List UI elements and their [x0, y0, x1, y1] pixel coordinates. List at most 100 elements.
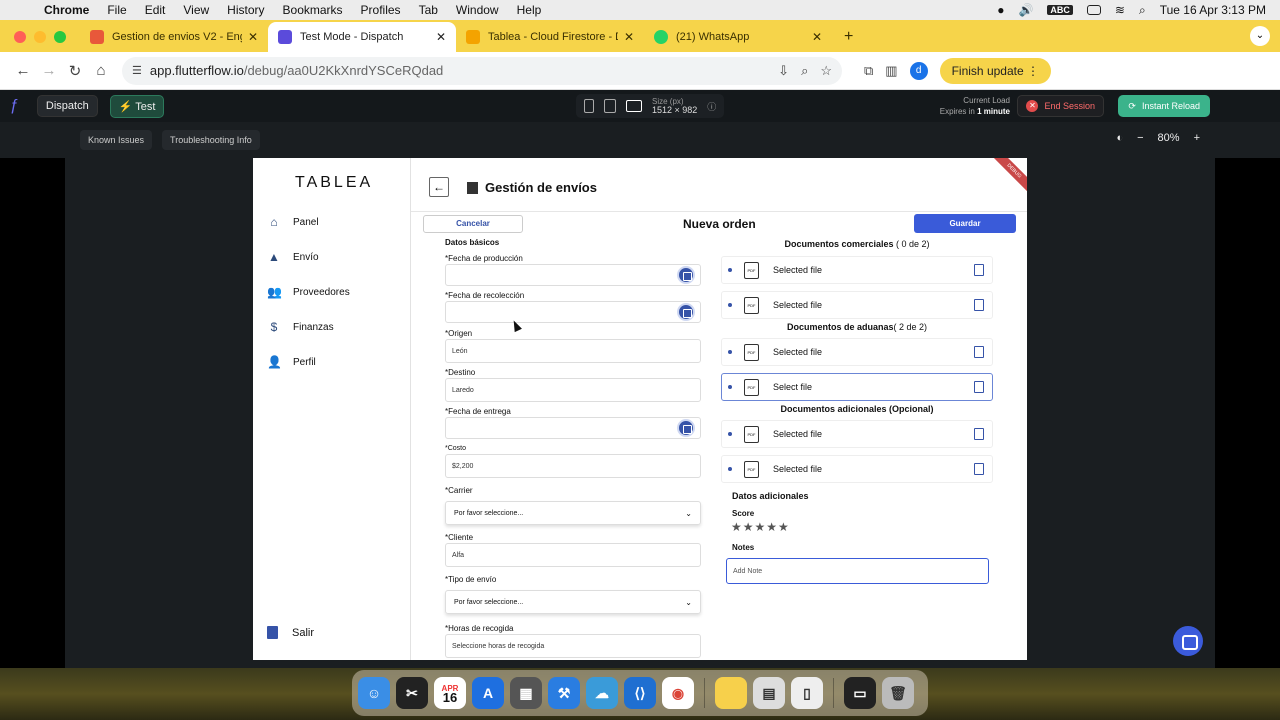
calendar-icon[interactable]: [677, 419, 695, 437]
shipping-type-dropdown[interactable]: Por favor seleccione... ⌄: [445, 590, 701, 614]
tab-gestion-envios[interactable]: Gestion de envios V2 - English ✕: [80, 22, 268, 52]
new-tab-button[interactable]: +: [844, 28, 853, 46]
input-source-indicator[interactable]: ABC: [1047, 5, 1073, 15]
close-tab-icon[interactable]: ✕: [624, 30, 634, 44]
documents-icon[interactable]: ▯: [791, 677, 823, 709]
document-row[interactable]: PDF Selected file: [721, 338, 993, 366]
battery-icon[interactable]: [1086, 5, 1101, 15]
calendar-icon[interactable]: [677, 303, 695, 321]
forward-arrow-icon[interactable]: →: [36, 62, 62, 79]
upload-file-icon[interactable]: [974, 264, 984, 276]
end-session-button[interactable]: ✕ End Session: [1017, 95, 1104, 117]
reload-icon[interactable]: ↻: [62, 62, 88, 80]
spotlight-icon[interactable]: ⌕: [1139, 3, 1146, 18]
client-field[interactable]: Alfa: [445, 543, 701, 567]
cost-field[interactable]: $2,200: [445, 454, 701, 478]
vscode-icon[interactable]: ⟨⟩: [624, 677, 656, 709]
address-bar[interactable]: ☰ app.flutterflow.io/debug/aa0U2KkXnrdYS…: [122, 56, 842, 85]
xcode-icon[interactable]: ⚒: [548, 677, 580, 709]
logout-button[interactable]: Salir: [267, 626, 314, 639]
upload-file-icon[interactable]: [974, 428, 984, 440]
trash-icon[interactable]: 🗑: [882, 677, 914, 709]
known-issues-button[interactable]: Known Issues: [80, 130, 153, 150]
menu-help[interactable]: Help: [517, 3, 542, 17]
tab-whatsapp[interactable]: (21) WhatsApp ✕: [644, 22, 832, 52]
test-mode-chip[interactable]: ⚡ Test: [109, 94, 165, 118]
star-rating[interactable]: ★★★★★: [731, 520, 790, 534]
sidebar-item-finanzas[interactable]: $ Finanzas: [267, 320, 334, 334]
upload-file-icon[interactable]: [974, 463, 984, 475]
zoom-out-icon[interactable]: −: [1137, 132, 1143, 144]
upload-file-icon[interactable]: [974, 381, 984, 393]
back-arrow-icon[interactable]: ←: [10, 62, 36, 79]
menu-edit[interactable]: Edit: [145, 3, 166, 17]
close-tab-icon[interactable]: ✕: [812, 30, 822, 44]
menu-history[interactable]: History: [227, 3, 264, 17]
zoom-icon[interactable]: ⌕: [801, 63, 808, 79]
project-name-chip[interactable]: Dispatch: [36, 95, 98, 117]
desktop-device-icon[interactable]: [626, 100, 642, 112]
menu-tab[interactable]: Tab: [419, 3, 438, 17]
menu-file[interactable]: File: [107, 3, 126, 17]
home-icon[interactable]: ⌂: [88, 62, 114, 79]
wifi-icon[interactable]: ≋: [1115, 3, 1125, 17]
tab-search-chevron-icon[interactable]: ⌄: [1250, 26, 1270, 46]
sidebar-item-panel[interactable]: ⌂ Panel: [267, 215, 318, 229]
sidebar-item-envio[interactable]: ▲ Envío: [267, 250, 319, 264]
tab-firestore[interactable]: Tablea - Cloud Firestore - Dat ✕: [456, 22, 644, 52]
document-row[interactable]: PDF Selected file: [721, 291, 993, 319]
azure-data-studio-icon[interactable]: ☁: [586, 677, 618, 709]
sidebar-item-proveedores[interactable]: 👥 Proveedores: [267, 285, 350, 299]
pickup-date-field[interactable]: [445, 301, 701, 323]
instant-reload-button[interactable]: ⟳ Instant Reload: [1118, 95, 1210, 117]
destination-field[interactable]: Laredo: [445, 378, 701, 402]
chat-support-button[interactable]: [1173, 626, 1203, 656]
flutterflow-logo-icon[interactable]: ƒ: [10, 97, 19, 115]
save-button[interactable]: Guardar: [914, 214, 1016, 233]
menu-app-name[interactable]: Chrome: [44, 3, 89, 17]
bookmark-star-icon[interactable]: ☆: [820, 63, 832, 79]
side-panel-icon[interactable]: ▥: [885, 63, 897, 79]
menu-bookmarks[interactable]: Bookmarks: [283, 3, 343, 17]
close-window-button[interactable]: [14, 31, 26, 43]
screen-recording-icon[interactable]: ▭: [844, 677, 876, 709]
calendar-icon[interactable]: [677, 266, 695, 284]
zoom-window-button[interactable]: [54, 31, 66, 43]
clock[interactable]: Tue 16 Apr 3:13 PM: [1160, 3, 1266, 17]
profile-avatar[interactable]: d: [909, 61, 928, 80]
upload-file-icon[interactable]: [974, 346, 984, 358]
phone-device-icon[interactable]: [584, 99, 594, 113]
finder-icon[interactable]: ☺: [358, 677, 390, 709]
menu-profiles[interactable]: Profiles: [361, 3, 401, 17]
calendar-app-icon[interactable]: APR 16: [434, 677, 466, 709]
chrome-icon[interactable]: ◉: [662, 677, 694, 709]
site-info-icon[interactable]: ☰: [132, 64, 142, 77]
info-icon[interactable]: ⓘ: [707, 100, 716, 113]
record-icon[interactable]: ●: [997, 3, 1004, 17]
document-row[interactable]: PDF Selected file: [721, 420, 993, 448]
capcut-icon[interactable]: ✂: [396, 677, 428, 709]
calculator-icon[interactable]: ▦: [510, 677, 542, 709]
document-row[interactable]: PDF Select file: [721, 373, 993, 401]
close-tab-icon[interactable]: ✕: [436, 30, 446, 44]
volume-icon[interactable]: 🔊: [1018, 3, 1033, 17]
delivery-date-field[interactable]: [445, 417, 701, 439]
menu-view[interactable]: View: [183, 3, 209, 17]
sidebar-item-perfil[interactable]: 👤 Perfil: [267, 355, 316, 369]
finish-update-button[interactable]: Finish update ⋮: [939, 57, 1051, 84]
document-row[interactable]: PDF Selected file: [721, 256, 993, 284]
tab-test-mode-dispatch[interactable]: Test Mode - Dispatch ✕: [268, 22, 456, 52]
troubleshooting-button[interactable]: Troubleshooting Info: [162, 130, 260, 150]
pickup-hours-field[interactable]: Seleccione horas de recogida: [445, 634, 701, 658]
zoom-in-icon[interactable]: +: [1194, 132, 1200, 144]
notes-app-icon[interactable]: [715, 677, 747, 709]
menu-window[interactable]: Window: [456, 3, 499, 17]
document-row[interactable]: PDF Selected file: [721, 455, 993, 483]
preview-app-icon[interactable]: ▤: [753, 677, 785, 709]
dark-mode-icon[interactable]: ◐: [1116, 132, 1123, 144]
origin-field[interactable]: León: [445, 339, 701, 363]
notes-input[interactable]: Add Note: [726, 558, 989, 584]
cancel-button[interactable]: Cancelar: [423, 215, 523, 233]
tablet-device-icon[interactable]: [604, 99, 616, 113]
production-date-field[interactable]: [445, 264, 701, 286]
